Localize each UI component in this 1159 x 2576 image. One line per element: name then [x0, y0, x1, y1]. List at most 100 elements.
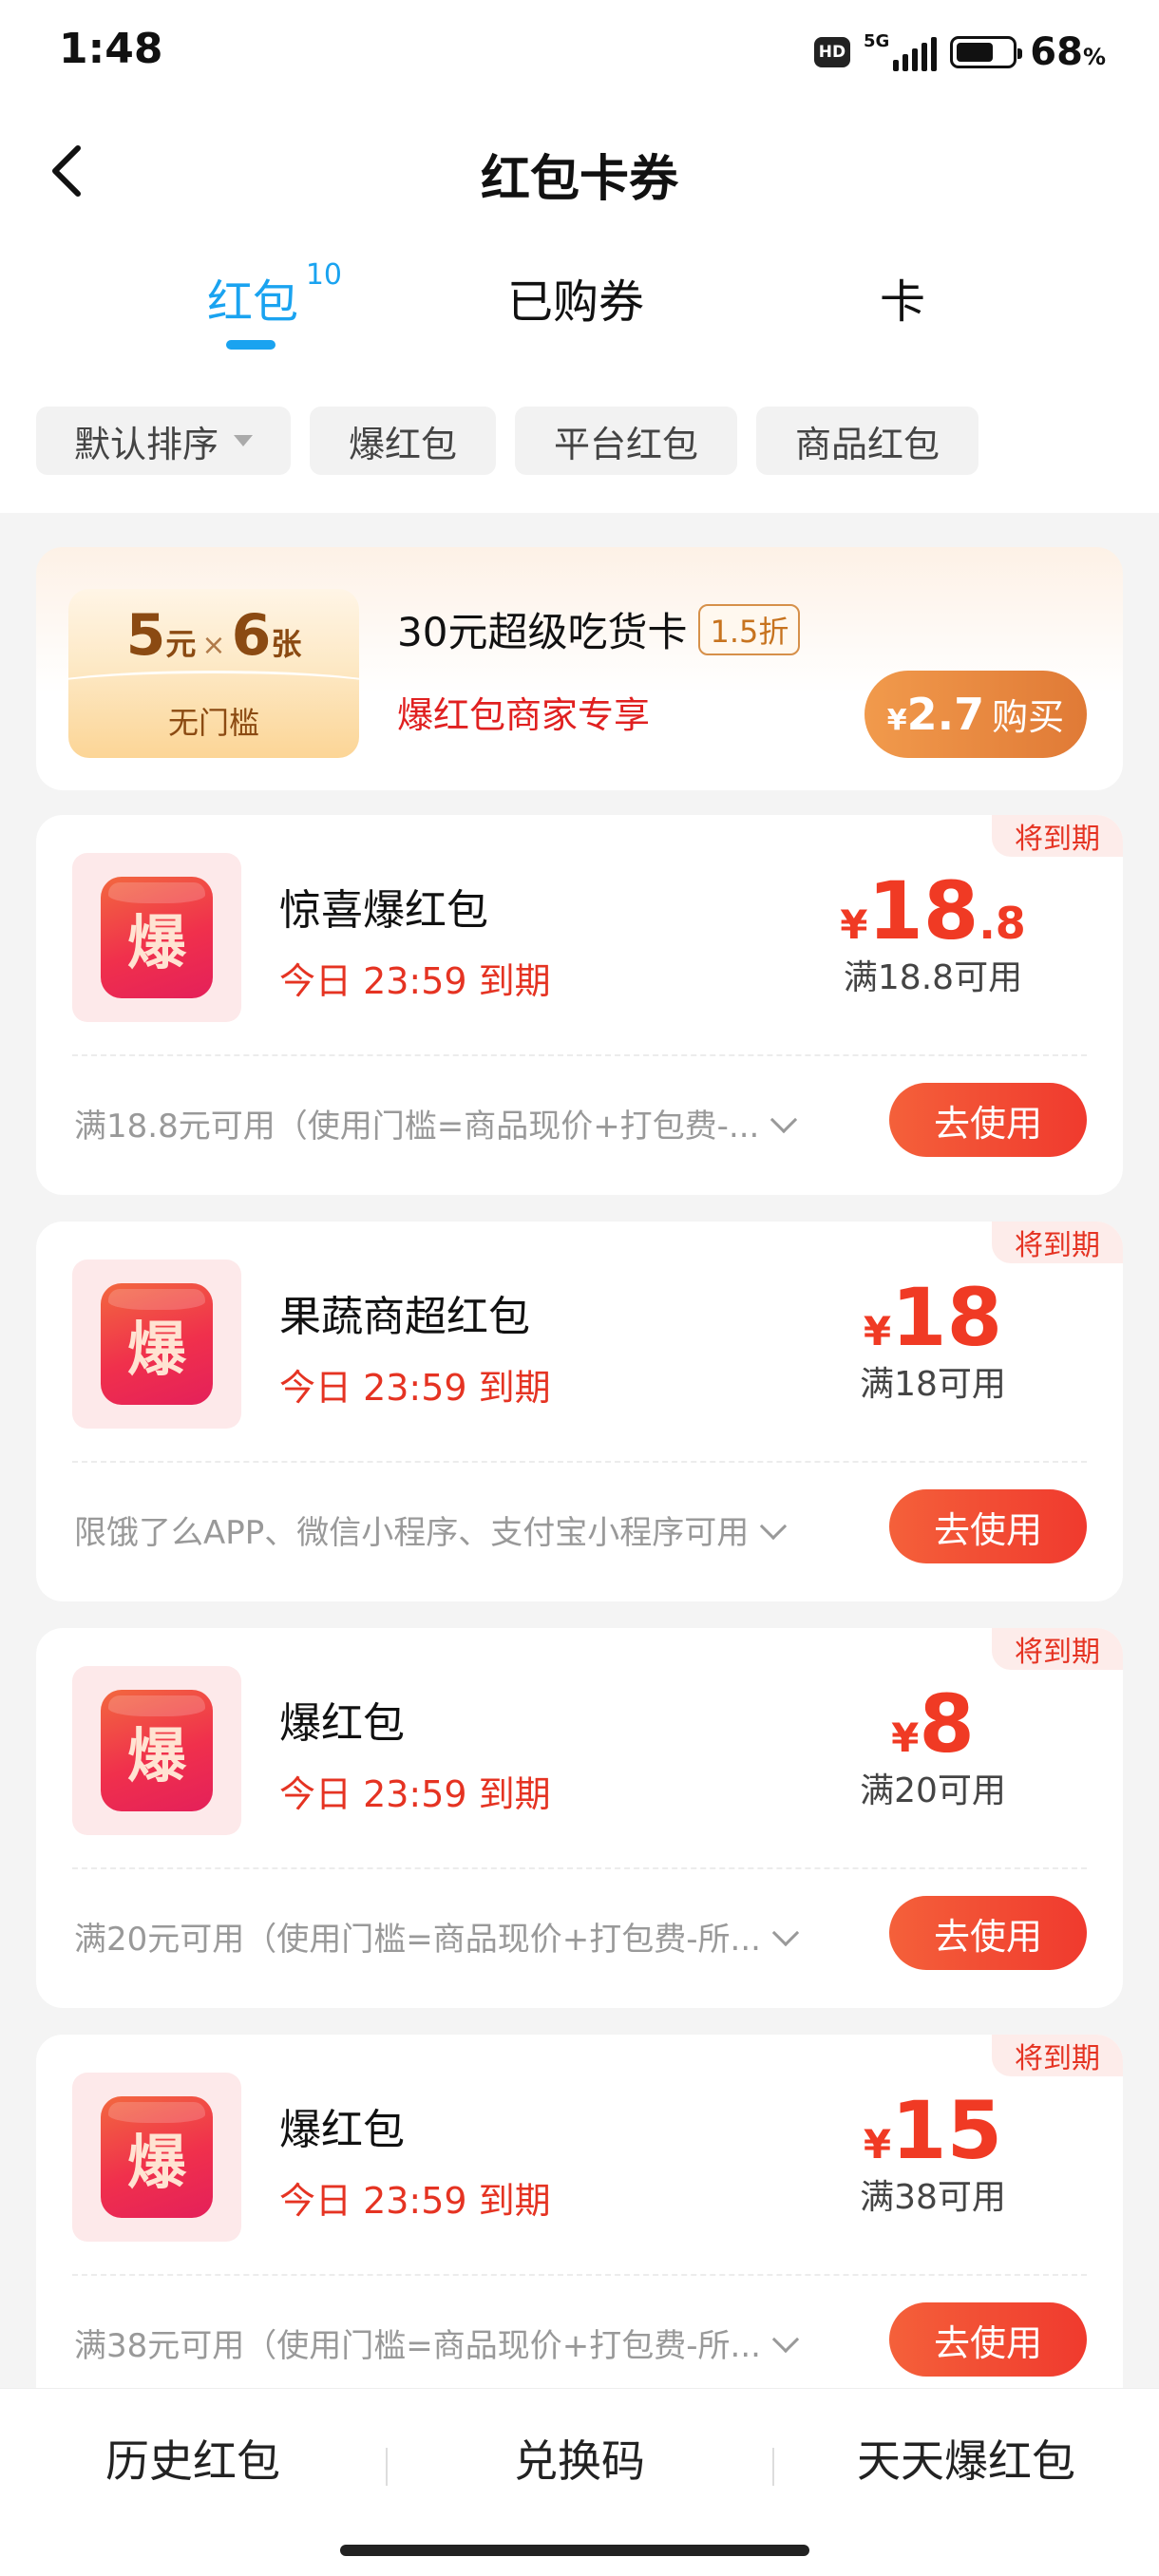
promo-qty-unit: 张 [271, 626, 302, 662]
coupon-expiry: 今日 23:59 到期 [279, 1367, 551, 1409]
filter-label: 爆红包 [348, 423, 457, 465]
filter-label: 默认排序 [73, 423, 218, 465]
bao-hongbao-icon: 爆 [101, 2096, 213, 2218]
divider [72, 1054, 1087, 1056]
buy-yen: ¥ [886, 704, 907, 737]
chevron-down-icon [771, 2325, 800, 2353]
promo-amount: 5 [125, 602, 166, 669]
tab-label: 红包 [207, 275, 299, 329]
use-button[interactable]: 去使用 [889, 1083, 1087, 1157]
coupon-note[interactable]: 满38元可用（使用门槛=商品现价+打包费-所... [74, 2320, 853, 2366]
filter-label: 平台红包 [553, 423, 698, 465]
filter-product-hongbao[interactable]: 商品红包 [756, 407, 978, 475]
battery-icon [950, 36, 1023, 68]
tab-label: 已购券 [507, 275, 645, 329]
coupon-threshold: 满38可用 [860, 2178, 1006, 2217]
coupon-icon-wrap: 爆 [72, 1260, 241, 1429]
coupon-expiry: 今日 23:59 到期 [279, 960, 551, 1002]
buy-label: 购买 [992, 696, 1065, 738]
coupon-expiry: 今日 23:59 到期 [279, 2180, 551, 2222]
amount-int: 18 [891, 1271, 1003, 1364]
coupon-icon-wrap: 爆 [72, 2073, 241, 2242]
status-icons: HD 5G 68% [813, 30, 1106, 74]
amount-dec: .8 [978, 898, 1026, 949]
expiring-tag: 将到期 [992, 1222, 1123, 1263]
divider [72, 1867, 1087, 1869]
coupon-expiry: 今日 23:59 到期 [279, 1773, 551, 1815]
amount-yen: ¥ [891, 1714, 920, 1761]
promo-ticket-sub: 无门槛 [167, 705, 259, 741]
buy-button[interactable]: ¥ 2.7 购买 [864, 671, 1087, 758]
coupon-title: 惊喜爆红包 [279, 886, 488, 935]
home-indicator[interactable] [340, 2545, 809, 2556]
buy-price: 2.7 [906, 689, 985, 740]
coupon-title: 爆红包 [279, 1699, 405, 1748]
coupon-amount: ¥18.8 [790, 868, 1075, 954]
filter-platform-hongbao[interactable]: 平台红包 [515, 407, 737, 475]
amount-yen: ¥ [863, 2121, 892, 2168]
bottom-bar: 历史红包 兑换码 天天爆红包 [0, 2388, 1159, 2576]
coupon-title: 果蔬商超红包 [279, 1293, 530, 1341]
coupon-note[interactable]: 满20元可用（使用门槛=商品现价+打包费-所... [74, 1913, 853, 1960]
tab-purchased[interactable]: 已购券 [507, 264, 644, 331]
coupon-amount: ¥15 [790, 2088, 1075, 2173]
discount-tag: 1.5折 [698, 603, 801, 655]
promo-card[interactable]: 5 元 × 6 张 无门槛 30元超级吃货卡 1.5折 爆红包商家专享 ¥ 2.… [36, 547, 1123, 790]
amount-int: 18 [867, 864, 979, 957]
divider [72, 1461, 1087, 1463]
expiring-tag: 将到期 [992, 815, 1123, 857]
coupon-note-text: 满38元可用（使用门槛=商品现价+打包费-所... [74, 2327, 761, 2365]
coupon-card[interactable]: 将到期 爆 爆红包 今日 23:59 到期 ¥8 满20可用 满20元可用（使用… [36, 1628, 1123, 2008]
signal-bar [902, 54, 909, 71]
promo-times: × [201, 629, 226, 662]
promo-title-text: 30元超级吃货卡 [397, 609, 688, 655]
tab-hongbao[interactable]: 红包 10 [207, 258, 342, 331]
signal-icon: 5G [863, 31, 938, 71]
coupon-note[interactable]: 限饿了么APP、微信小程序、支付宝小程序可用 [74, 1506, 853, 1553]
promo-amount-unit: 元 [165, 626, 197, 662]
use-button[interactable]: 去使用 [889, 1896, 1087, 1970]
coupon-threshold: 满18.8可用 [843, 958, 1023, 997]
promo-ticket: 5 元 × 6 张 无门槛 [68, 589, 359, 758]
amount-int: 8 [919, 1677, 975, 1771]
coupon-card[interactable]: 将到期 爆 爆红包 今日 23:59 到期 ¥15 满38可用 满38元可用（使… [36, 2035, 1123, 2415]
signal-bar [912, 48, 919, 71]
tab-count-badge: 10 [305, 258, 343, 292]
battery-percent: 68% [1030, 30, 1106, 74]
signal-bar [922, 43, 928, 71]
coupon-note[interactable]: 满18.8元可用（使用门槛=商品现价+打包费-... [74, 1100, 853, 1146]
coupon-threshold: 满18可用 [860, 1365, 1006, 1404]
battery-level [957, 43, 994, 62]
battery-value: 68 [1030, 30, 1083, 74]
network-label: 5G [863, 31, 890, 51]
daily-bao-hongbao-link[interactable]: 天天爆红包 [773, 2427, 1159, 2490]
page-title: 红包卡券 [480, 151, 678, 208]
promo-qty: 6 [231, 602, 272, 669]
coupon-amount: ¥18 [790, 1275, 1075, 1360]
filter-default-sort[interactable]: 默认排序 [36, 407, 291, 475]
coupon-card[interactable]: 将到期 爆 果蔬商超红包 今日 23:59 到期 ¥18 满18可用 限饿了么A… [36, 1222, 1123, 1601]
promo-subtitle: 爆红包商家专享 [397, 694, 651, 736]
bao-hongbao-icon: 爆 [101, 877, 213, 998]
coupon-icon-wrap: 爆 [72, 1666, 241, 1835]
history-hongbao-link[interactable]: 历史红包 [0, 2427, 386, 2490]
battery-unit: % [1082, 44, 1106, 70]
bao-hongbao-icon: 爆 [101, 1283, 213, 1405]
hd-icon: HD [813, 37, 850, 67]
coupon-title: 爆红包 [279, 2106, 405, 2154]
use-button[interactable]: 去使用 [889, 2302, 1087, 2377]
caret-down-icon [234, 435, 253, 446]
signal-bar [893, 60, 900, 71]
coupon-note-text: 满20元可用（使用门槛=商品现价+打包费-所... [74, 1921, 761, 1959]
signal-bar [931, 37, 938, 71]
filter-bao-hongbao[interactable]: 爆红包 [310, 407, 496, 475]
bao-hongbao-icon: 爆 [101, 1690, 213, 1811]
amount-yen: ¥ [840, 901, 868, 948]
tab-label: 卡 [880, 275, 926, 329]
coupon-card[interactable]: 将到期 爆 惊喜爆红包 今日 23:59 到期 ¥18.8 满18.8可用 满1… [36, 815, 1123, 1195]
amount-yen: ¥ [863, 1308, 892, 1354]
use-button[interactable]: 去使用 [889, 1489, 1087, 1563]
redeem-code-link[interactable]: 兑换码 [387, 2427, 772, 2490]
status-time: 1:48 [59, 25, 163, 73]
tab-card[interactable]: 卡 [880, 264, 925, 331]
